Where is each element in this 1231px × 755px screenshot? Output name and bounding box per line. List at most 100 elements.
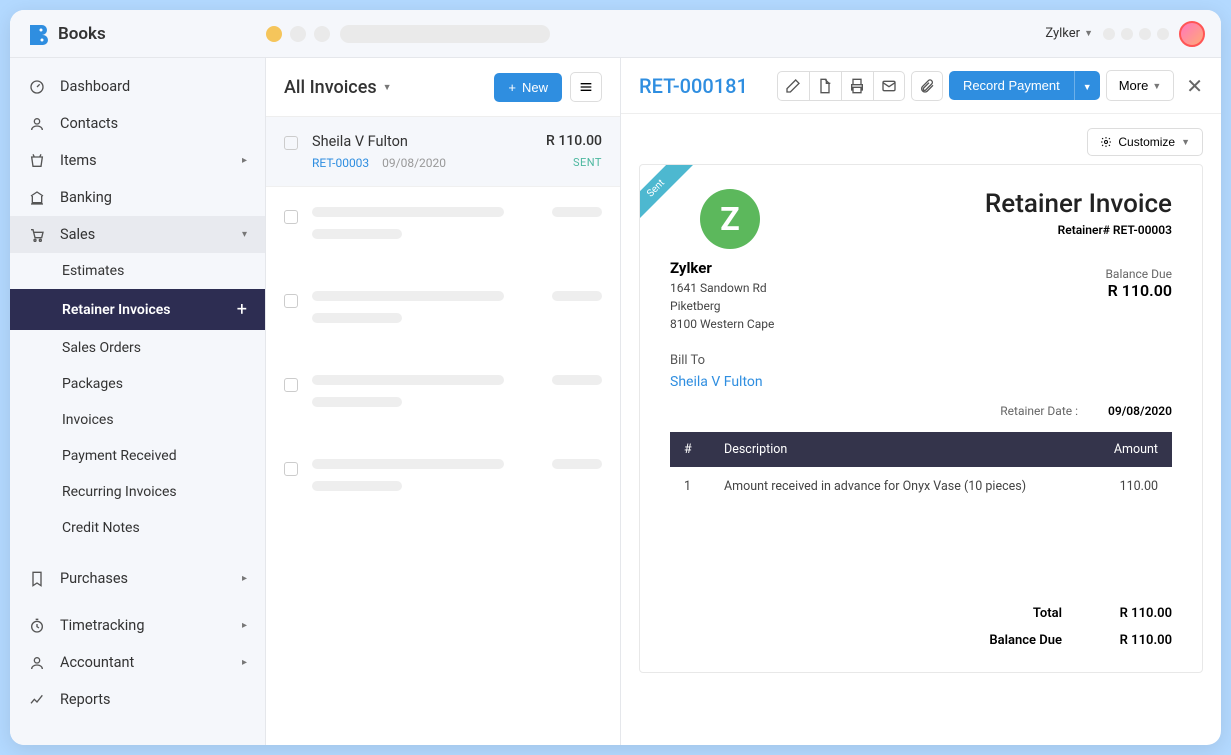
chevron-right-icon: ▸ xyxy=(242,620,247,631)
caret-down-icon: ▼ xyxy=(1152,81,1161,91)
balance-due-amount: R 110.00 xyxy=(985,281,1172,300)
line-number: 1 xyxy=(670,467,710,506)
row-checkbox[interactable] xyxy=(284,136,298,150)
hamburger-icon xyxy=(578,79,594,95)
url-bar-placeholder xyxy=(340,25,550,43)
purchases-icon xyxy=(28,571,46,587)
caret-down-icon: ▼ xyxy=(383,82,392,93)
new-button[interactable]: + New xyxy=(494,73,562,102)
invoice-amount: R 110.00 xyxy=(546,133,602,150)
plus-icon: + xyxy=(508,80,516,95)
nav-timetracking[interactable]: Timetracking ▸ xyxy=(10,607,265,644)
nav-sales-orders[interactable]: Sales Orders xyxy=(10,330,265,366)
nav-dashboard[interactable]: Dashboard xyxy=(10,68,265,105)
pdf-button[interactable] xyxy=(809,71,841,101)
nav-contacts[interactable]: Contacts xyxy=(10,105,265,142)
detail-title: RET-000181 xyxy=(639,74,748,98)
detail-header: RET-000181 Record Payment ▼ xyxy=(621,58,1221,114)
line-description: Amount received in advance for Onyx Vase… xyxy=(710,467,1082,506)
balance-due-label: Balance Due xyxy=(985,267,1172,281)
list-title-dropdown[interactable]: All Invoices ▼ xyxy=(284,77,392,98)
col-description: Description xyxy=(710,432,1082,467)
balance-due-label: Balance Due xyxy=(962,633,1062,648)
paperclip-icon xyxy=(919,78,935,94)
edit-button[interactable] xyxy=(777,71,809,101)
total-label: Total xyxy=(962,606,1062,621)
new-button-label: New xyxy=(522,80,548,95)
invoice-document: Sent Z Zylker 1641 Sandown Rd Piketberg … xyxy=(639,164,1203,673)
list-item-placeholder xyxy=(266,355,620,439)
print-button[interactable] xyxy=(841,71,873,101)
line-amount: 110.00 xyxy=(1082,467,1172,506)
bill-to-label: Bill To xyxy=(670,353,1172,368)
col-amount: Amount xyxy=(1082,432,1172,467)
bill-to-name[interactable]: Sheila V Fulton xyxy=(670,374,1172,390)
nav-credit-notes[interactable]: Credit Notes xyxy=(10,510,265,546)
org-selector[interactable]: Zylker ▼ xyxy=(1045,26,1093,41)
nav-label: Dashboard xyxy=(60,78,130,95)
nav-label: Items xyxy=(60,152,97,169)
list-item[interactable]: Sheila V Fulton R 110.00 RET-00003 09/08… xyxy=(266,117,620,187)
email-button[interactable] xyxy=(873,71,905,101)
sidebar: Dashboard Contacts Items ▸ Banking Sales… xyxy=(10,58,266,745)
pdf-icon xyxy=(817,78,833,94)
company-name: Zylker xyxy=(670,259,774,277)
chevron-right-icon: ▸ xyxy=(242,657,247,668)
nav-items[interactable]: Items ▸ xyxy=(10,142,265,179)
nav-sales[interactable]: Sales ▾ xyxy=(10,216,265,253)
invoice-status: SENT xyxy=(573,156,602,170)
document-title: Retainer Invoice xyxy=(985,189,1172,219)
caret-down-icon: ▼ xyxy=(1084,28,1093,39)
retainer-date-value: 09/08/2020 xyxy=(1108,404,1172,418)
plus-icon[interactable]: + xyxy=(237,299,247,320)
nav-label: Sales xyxy=(60,226,95,243)
nav-retainer-invoices[interactable]: Retainer Invoices + xyxy=(10,289,265,330)
company-address: 1641 Sandown Rd Piketberg 8100 Western C… xyxy=(670,279,774,333)
line-items-table: # Description Amount 1 Amount received i… xyxy=(670,432,1172,506)
table-row: 1 Amount received in advance for Onyx Va… xyxy=(670,467,1172,506)
nav-estimates[interactable]: Estimates xyxy=(10,253,265,289)
nav-label: Contacts xyxy=(60,115,118,132)
invoice-detail-pane: RET-000181 Record Payment ▼ xyxy=(621,58,1221,745)
more-label: More xyxy=(1119,78,1149,93)
reports-icon xyxy=(28,692,46,708)
balance-due-value: R 110.00 xyxy=(1102,633,1172,648)
customize-button[interactable]: Customize ▼ xyxy=(1087,128,1203,156)
printer-icon xyxy=(849,78,865,94)
user-avatar[interactable] xyxy=(1179,21,1205,47)
nav-invoices[interactable]: Invoices xyxy=(10,402,265,438)
more-button[interactable]: More ▼ xyxy=(1106,70,1175,101)
record-payment-button[interactable]: Record Payment xyxy=(949,71,1074,100)
close-button[interactable]: ✕ xyxy=(1186,74,1203,98)
app-logo: Books xyxy=(26,22,266,46)
list-item-placeholder xyxy=(266,187,620,271)
nav-recurring-invoices[interactable]: Recurring Invoices xyxy=(10,474,265,510)
chevron-down-icon: ▾ xyxy=(242,229,247,240)
list-item-placeholder xyxy=(266,271,620,355)
items-icon xyxy=(28,153,46,169)
company-logo: Z xyxy=(700,189,760,249)
banking-icon xyxy=(28,190,46,206)
nav-accountant[interactable]: Accountant ▸ xyxy=(10,644,265,681)
nav-packages[interactable]: Packages xyxy=(10,366,265,402)
invoice-date: 09/08/2020 xyxy=(382,156,446,170)
list-menu-button[interactable] xyxy=(570,72,602,102)
chevron-right-icon: ▸ xyxy=(242,573,247,584)
nav-payment-received[interactable]: Payment Received xyxy=(10,438,265,474)
totals-block: Total R 110.00 Balance Due R 110.00 xyxy=(670,606,1172,648)
mail-icon xyxy=(881,78,897,94)
customer-name: Sheila V Fulton xyxy=(312,133,408,150)
invoice-number: RET-00003 xyxy=(312,156,369,170)
nav-banking[interactable]: Banking xyxy=(10,179,265,216)
record-payment-dropdown[interactable]: ▼ xyxy=(1074,71,1100,100)
window-dots xyxy=(266,26,330,42)
nav-reports[interactable]: Reports xyxy=(10,681,265,718)
nav-purchases[interactable]: Purchases ▸ xyxy=(10,560,265,597)
titlebar: Books Zylker ▼ xyxy=(10,10,1221,58)
sales-icon xyxy=(28,227,46,243)
chevron-right-icon: ▸ xyxy=(242,155,247,166)
attach-button[interactable] xyxy=(911,71,943,101)
nav-label: Banking xyxy=(60,189,112,206)
caret-down-icon: ▼ xyxy=(1181,137,1190,147)
dashboard-icon xyxy=(28,79,46,95)
